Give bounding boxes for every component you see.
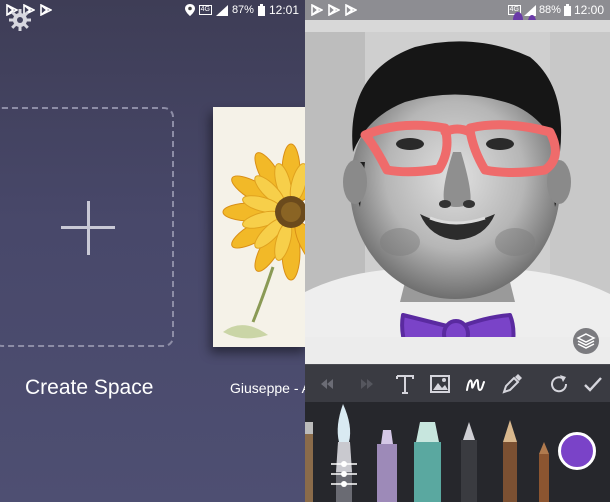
undo-icon[interactable] <box>315 372 339 396</box>
layers-icon <box>576 333 596 349</box>
status-bar: 4G 87% 12:01 <box>0 0 305 20</box>
redo-icon[interactable] <box>355 372 379 396</box>
battery-percent: 88% <box>538 4 561 16</box>
brush-tray <box>305 402 610 502</box>
highlighter-tool[interactable] <box>414 422 441 502</box>
crayon-tool[interactable] <box>539 442 549 502</box>
battery-icon <box>563 4 571 16</box>
brush-icon[interactable] <box>463 372 487 396</box>
brush-tool-partial[interactable] <box>305 422 313 502</box>
battery-percent: 87% <box>231 4 254 16</box>
play-store-icon <box>311 4 323 16</box>
eyedropper-icon[interactable] <box>500 372 524 396</box>
create-space-card[interactable] <box>0 107 174 347</box>
create-space-label: Create Space <box>25 376 154 399</box>
location-icon <box>184 4 195 16</box>
canvas-margin-bottom <box>305 337 610 364</box>
gear-icon[interactable] <box>8 8 32 32</box>
fountain-pen-tool[interactable] <box>461 422 477 502</box>
layers-button[interactable] <box>573 328 599 354</box>
drawing-screen: 4G 88% 12:00 <box>305 0 610 502</box>
image-icon[interactable] <box>428 372 452 396</box>
space-thumbnail[interactable] <box>213 107 305 347</box>
pencil-tool[interactable] <box>503 420 517 502</box>
color-picker-button[interactable] <box>558 432 596 470</box>
space-thumbnail-label: Giuseppe - A <box>230 380 305 396</box>
clock: 12:00 <box>573 3 604 17</box>
play-store-icon <box>345 4 357 16</box>
signal-icon <box>215 4 228 16</box>
network-type: 4G <box>198 5 212 15</box>
editor-toolbar <box>305 364 610 402</box>
sunflower-image <box>213 107 305 347</box>
clock: 12:01 <box>268 3 299 17</box>
canvas-margin <box>305 20 610 32</box>
status-bar: 4G 88% 12:00 <box>305 0 610 20</box>
rotate-icon[interactable] <box>547 372 571 396</box>
play-store-icon <box>328 4 340 16</box>
battery-icon <box>257 4 265 16</box>
home-screen: 4G 87% 12:01 Create Space Giuseppe - A <box>0 0 305 502</box>
drawing-canvas[interactable] <box>305 32 610 337</box>
marker-tool[interactable] <box>377 430 397 502</box>
play-store-icon <box>40 4 52 16</box>
paint-brush-tool[interactable] <box>331 404 357 502</box>
check-icon[interactable] <box>581 372 605 396</box>
text-icon[interactable] <box>393 372 417 396</box>
